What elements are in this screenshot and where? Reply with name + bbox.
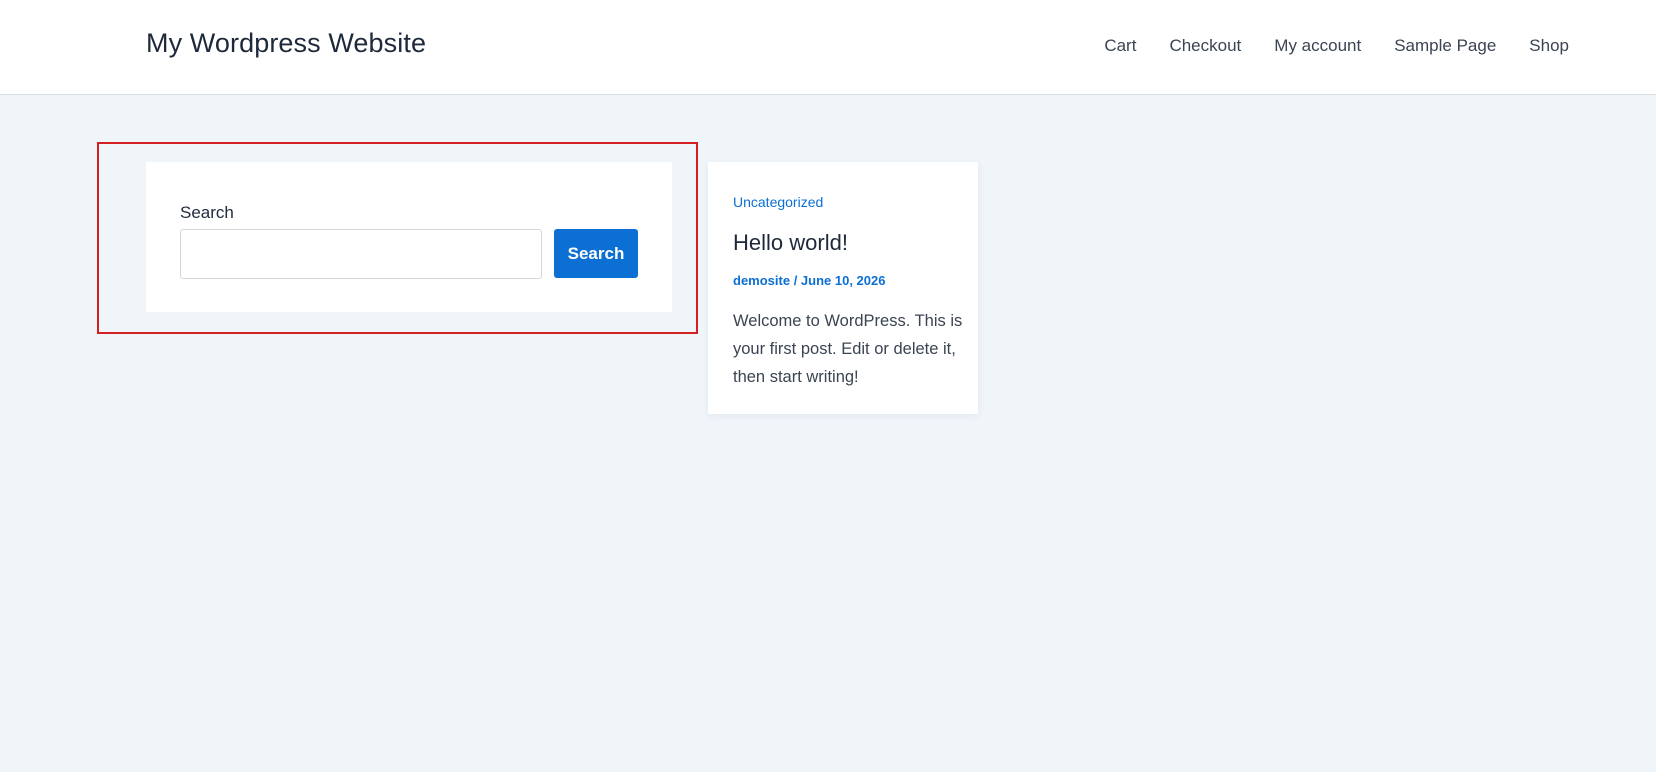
post-category-link[interactable]: Uncategorized — [733, 194, 823, 210]
post-author-link[interactable]: demosite — [733, 273, 790, 288]
search-label: Search — [180, 203, 234, 222]
post-meta: demosite / June 10, 2026 — [733, 273, 885, 288]
post-card: Uncategorized Hello world! demosite / Ju… — [708, 162, 978, 414]
post-meta-separator: / — [790, 273, 801, 288]
nav-link-shop[interactable]: Shop — [1529, 36, 1569, 56]
site-title[interactable]: My Wordpress Website — [146, 28, 426, 59]
nav-link-sample-page[interactable]: Sample Page — [1394, 36, 1496, 56]
site-header: My Wordpress Website Cart Checkout My ac… — [0, 0, 1656, 95]
main-navigation: Cart Checkout My account Sample Page Sho… — [1104, 36, 1569, 56]
post-title[interactable]: Hello world! — [733, 230, 848, 256]
search-widget: Search Search — [146, 162, 672, 312]
search-input[interactable] — [180, 229, 542, 279]
nav-link-my-account[interactable]: My account — [1274, 36, 1361, 56]
post-date-link[interactable]: June 10, 2026 — [801, 273, 886, 288]
nav-link-cart[interactable]: Cart — [1104, 36, 1136, 56]
search-button[interactable]: Search — [554, 229, 638, 278]
post-excerpt: Welcome to WordPress. This is your first… — [733, 312, 963, 386]
nav-link-checkout[interactable]: Checkout — [1169, 36, 1241, 56]
